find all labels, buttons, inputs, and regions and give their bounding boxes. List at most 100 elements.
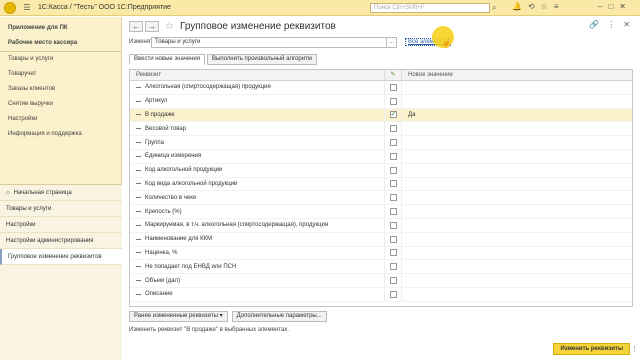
nav-admin-settings[interactable]: Настройки администрирования: [0, 233, 122, 249]
select-ellipsis-button[interactable]: ...: [387, 36, 397, 48]
new-value-cell[interactable]: [402, 178, 408, 191]
checkbox-cell: ✓: [385, 108, 402, 122]
favorites-icon[interactable]: ☆: [541, 2, 548, 11]
favorite-star-icon[interactable]: ☆: [165, 21, 174, 32]
tab-custom-algorithm[interactable]: Выполнить произвольный алгоритм: [207, 54, 317, 65]
sidebar-item-goods-services[interactable]: Товары и услуги: [0, 52, 121, 67]
requisite-cell: Описание: [130, 287, 385, 301]
table-row[interactable]: Наименование для ККМ: [130, 232, 632, 247]
nav-item-label: Товары и услуги: [6, 205, 52, 212]
table-row[interactable]: Не попадает под ЕНВД или ПСН: [130, 260, 632, 275]
nav-home-page[interactable]: ⌂ Начальная страница: [0, 185, 122, 201]
row-checkbox[interactable]: [389, 180, 397, 188]
sidebar-item-info-support[interactable]: Информация и поддержка: [0, 127, 121, 142]
table-row[interactable]: Группа: [130, 136, 632, 150]
new-value-cell[interactable]: [402, 95, 408, 108]
change-target-input[interactable]: Товары и услуги: [151, 36, 387, 48]
close-icon[interactable]: ✕: [623, 20, 630, 29]
row-checkbox[interactable]: [389, 290, 397, 298]
table-row[interactable]: Крепость (%): [130, 205, 632, 219]
row-checkbox[interactable]: ✓: [389, 111, 397, 119]
row-checkbox[interactable]: [389, 249, 397, 257]
table-row[interactable]: Описание: [130, 287, 632, 302]
dash-icon: [136, 100, 141, 102]
new-value-cell[interactable]: [402, 233, 408, 246]
table-row[interactable]: Количество в чеке: [130, 191, 632, 206]
table-row[interactable]: В продаже ✓ Да: [130, 108, 632, 123]
new-value-cell[interactable]: [402, 219, 408, 232]
table-row[interactable]: Маркируемая, в т.ч. алкогольная (спиртос…: [130, 218, 632, 233]
table-row[interactable]: Объем (дал): [130, 274, 632, 288]
nav-goods-services[interactable]: Товары и услуги: [0, 201, 122, 217]
forward-arrow-icon[interactable]: →: [145, 20, 159, 32]
close-window-icon[interactable]: ✕: [619, 2, 626, 11]
sidebar-item-goods-accounting[interactable]: Товаручет: [0, 67, 121, 82]
new-value-cell[interactable]: [402, 136, 408, 149]
table-row[interactable]: Код алкогольной продукции: [130, 163, 632, 178]
column-header-new-value[interactable]: Новое значение: [402, 70, 453, 80]
column-header-requisite[interactable]: Реквизит: [130, 70, 385, 80]
table-row[interactable]: Наценка, %: [130, 246, 632, 261]
link-icon[interactable]: 🔗: [589, 20, 599, 29]
apply-changes-button[interactable]: Изменить реквизиты: [553, 343, 630, 355]
table-row[interactable]: Алкогольная (спиртосодержащая) продукция: [130, 81, 632, 95]
row-checkbox[interactable]: [389, 235, 397, 243]
requisite-cell: В продаже: [130, 108, 385, 122]
new-value-cell[interactable]: [402, 205, 408, 218]
nav-settings[interactable]: Настройки: [0, 217, 122, 233]
new-value-cell[interactable]: [402, 122, 408, 135]
more-icon[interactable]: ⋮: [607, 20, 615, 29]
new-value-cell[interactable]: [402, 164, 408, 177]
table-row[interactable]: Артикул: [130, 94, 632, 109]
table-row[interactable]: Код вида алкогольной продукции: [130, 177, 632, 192]
row-checkbox[interactable]: [389, 125, 397, 133]
requisite-name: Единица измерения: [145, 153, 202, 160]
new-value-cell[interactable]: [402, 191, 408, 204]
back-arrow-icon[interactable]: ←: [129, 20, 143, 32]
minimize-icon[interactable]: –: [598, 2, 602, 11]
notification-icon[interactable]: 🔔: [512, 2, 522, 11]
sidebar-item-settings[interactable]: Настройки: [0, 112, 121, 127]
table-row[interactable]: Единица измерения: [130, 149, 632, 164]
requisite-cell: Код алкогольной продукции: [130, 163, 385, 177]
search-icon[interactable]: ⌕: [492, 3, 496, 13]
row-checkbox[interactable]: [389, 194, 397, 202]
home-icon: ⌂: [6, 189, 10, 196]
new-value-cell[interactable]: [402, 81, 408, 94]
sidebar-item-cash-withdrawal[interactable]: Снятие выручки: [0, 97, 121, 112]
sidebar-item-cashier-workplace[interactable]: Рабочее место кассира: [0, 36, 121, 51]
checkbox-cell: [385, 287, 402, 301]
dash-icon: [136, 197, 141, 199]
new-value-cell[interactable]: [402, 260, 408, 273]
table-row[interactable]: Весовой товар: [130, 122, 632, 137]
row-checkbox[interactable]: [389, 277, 397, 285]
more-icon[interactable]: ⋮: [631, 345, 638, 353]
new-value-cell[interactable]: Да: [402, 109, 415, 122]
prev-changed-button[interactable]: Ранее измененные реквизиты ▾: [129, 311, 228, 322]
new-value-cell[interactable]: [402, 150, 408, 163]
menu-icon[interactable]: ☰: [22, 3, 32, 13]
checkbox-cell: [385, 136, 402, 149]
dash-icon: [136, 183, 141, 185]
global-search-input[interactable]: Поиск Ctrl+Shift+F: [370, 3, 490, 13]
row-checkbox[interactable]: [389, 139, 397, 147]
sidebar-item-pc-app[interactable]: Приложение для ПК: [0, 21, 121, 36]
row-checkbox[interactable]: [389, 208, 397, 216]
nav-group-change[interactable]: Групповое изменение реквизитов: [0, 249, 122, 265]
new-value-cell[interactable]: [402, 274, 408, 287]
row-checkbox[interactable]: [389, 97, 397, 105]
extra-params-button[interactable]: Дополнительные параметры...: [231, 311, 327, 322]
history-icon[interactable]: ⟲: [528, 2, 535, 11]
row-checkbox[interactable]: [389, 166, 397, 174]
row-checkbox[interactable]: [389, 263, 397, 271]
form-header: ← → ☆ Групповое изменение реквизитов: [129, 19, 336, 33]
settings-icon[interactable]: ≡: [554, 2, 559, 11]
maximize-icon[interactable]: □: [608, 2, 613, 11]
new-value-cell[interactable]: [402, 247, 408, 260]
row-checkbox[interactable]: [389, 221, 397, 229]
sidebar-item-customer-orders[interactable]: Заказы клиентов: [0, 82, 121, 97]
new-value-cell[interactable]: [402, 288, 408, 301]
tab-new-values[interactable]: Ввести новые значения: [129, 54, 206, 65]
row-checkbox[interactable]: [389, 152, 397, 160]
row-checkbox[interactable]: [389, 83, 397, 91]
